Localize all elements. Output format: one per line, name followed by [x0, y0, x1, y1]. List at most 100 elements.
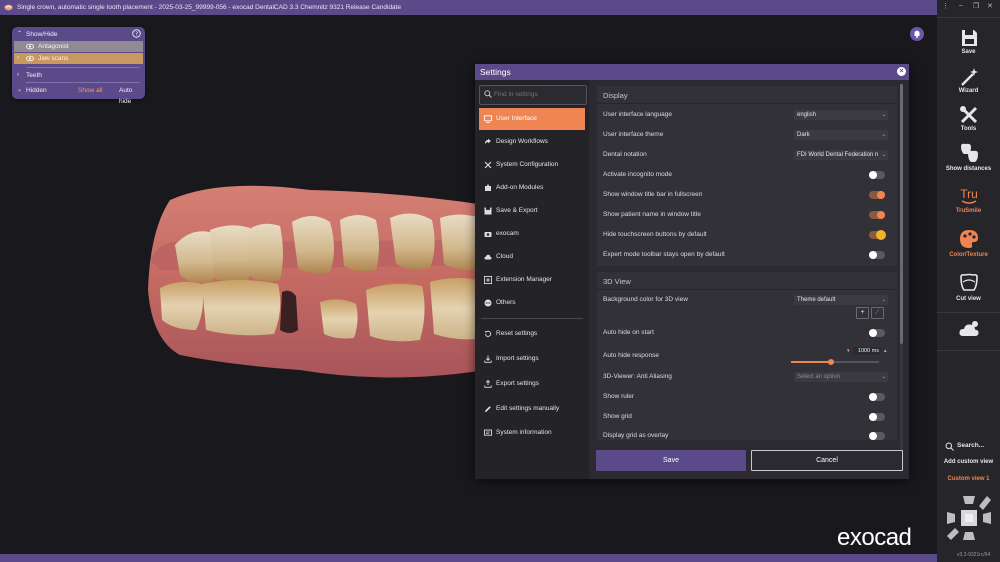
tool-tools[interactable]: Tools [937, 104, 1000, 134]
setting-titlebar-fullscreen: Show window title bar in fullscreen [597, 188, 897, 202]
restore-icon[interactable]: ❐ [973, 2, 979, 10]
view-cube-icon[interactable] [943, 492, 995, 544]
settings-title: Settings [480, 67, 511, 77]
show-all-link[interactable]: Show all [78, 85, 103, 96]
scrollbar-thumb[interactable] [900, 84, 903, 344]
search-input[interactable] [494, 88, 582, 100]
setting-dental-notation: Dental notation FDI World Dental Federat… [603, 150, 888, 160]
section-title: Display [603, 91, 628, 100]
nav-exocam[interactable]: exocam [479, 223, 585, 245]
nav-extension-manager[interactable]: Extension Manager [479, 269, 585, 291]
custom-view-1-button[interactable]: Custom view 1 [937, 476, 1000, 482]
notification-button[interactable] [910, 27, 924, 41]
settings-content[interactable]: Display User interface language english ⌄… [589, 80, 909, 479]
info-icon [484, 429, 492, 436]
help-icon[interactable]: ? [132, 29, 141, 38]
settings-search[interactable] [479, 85, 587, 105]
anti-aliasing-select[interactable]: Select an option ⌄ [794, 372, 888, 382]
chevron-down-icon: ⌄ [881, 297, 886, 303]
background-color-select[interactable]: Theme default ⌄ [794, 295, 888, 305]
save-button[interactable]: Save [596, 450, 746, 471]
tool-cut-view[interactable]: Cut view [937, 272, 1000, 304]
settings-scrollbar[interactable] [900, 84, 903, 466]
show-hide-hidden: ⌄ Hidden Show all Auto hide [12, 85, 145, 105]
incognito-toggle[interactable] [869, 171, 885, 179]
close-icon[interactable]: × [897, 67, 906, 76]
eye-icon[interactable] [26, 43, 34, 50]
search-button[interactable]: Search... [957, 442, 984, 449]
tool-wizard[interactable]: Wizard [937, 66, 1000, 96]
nav-user-interface[interactable]: User Interface [479, 108, 585, 130]
nav-design-workflows[interactable]: Design Workflows [479, 131, 585, 153]
nav-system-configuration[interactable]: System Configuration [479, 154, 585, 176]
cancel-button[interactable]: Cancel [751, 450, 903, 471]
chevron-right-icon[interactable]: › [17, 53, 19, 64]
chevron-down-icon[interactable]: ⌄ [17, 85, 22, 96]
jaw-scan-model[interactable] [140, 170, 485, 392]
cloud-button[interactable] [937, 318, 1000, 342]
window-title: Single crown, automatic single tooth pla… [17, 4, 402, 11]
tool-color-texture[interactable]: Color/Texture [937, 228, 1000, 260]
search-icon[interactable] [945, 442, 954, 451]
minimize-icon[interactable]: – [959, 2, 963, 9]
tool-show-distances[interactable]: Show distances [937, 142, 1000, 174]
auto-hide-start-toggle[interactable] [869, 329, 885, 337]
decrement-button[interactable]: ▾ [847, 347, 850, 355]
divider [481, 318, 583, 319]
show-ruler-toggle[interactable] [869, 393, 885, 401]
display-section: Display User interface language english ⌄… [597, 86, 897, 266]
theme-select[interactable]: Dark ⌄ [794, 130, 888, 140]
chevron-right-icon: › [17, 72, 19, 78]
response-value[interactable]: 1000 ms [853, 347, 881, 355]
show-hide-panel: ⌃ Show/Hide ? Antagonist › Jaw scans › T… [12, 27, 145, 105]
export-settings-button[interactable]: Export settings [479, 373, 585, 395]
close-window-icon[interactable]: ✕ [987, 2, 993, 10]
setting-expert-toolbar: Expert mode toolbar stays open by defaul… [597, 248, 897, 262]
wand-icon [961, 68, 978, 86]
slider-handle[interactable] [827, 359, 834, 365]
show-hide-item-antagonist[interactable]: Antagonist [14, 41, 143, 52]
export-icon [484, 380, 492, 388]
show-grid-toggle[interactable] [869, 413, 885, 421]
menu-icon[interactable]: ⋮ [942, 2, 949, 10]
setting-hide-touch-buttons: Hide touchscreen buttons by default [597, 228, 897, 242]
eye-icon[interactable] [26, 55, 34, 62]
3d-view-section: 3D View Background color for 3D view The… [597, 272, 897, 440]
chevron-down-icon: ⌄ [881, 132, 886, 138]
titlebar-fullscreen-toggle[interactable] [869, 191, 885, 199]
increment-button[interactable]: ▴ [884, 347, 887, 355]
language-select[interactable]: english ⌄ [794, 110, 888, 120]
notation-select[interactable]: FDI World Dental Federation n ⌄ [794, 150, 888, 160]
add-custom-view-button[interactable]: Add custom view [937, 459, 1000, 465]
settings-dialog: Settings × User Interface Design Workflo… [475, 64, 909, 479]
hide-touch-buttons-toggle[interactable] [869, 231, 885, 239]
setting-grid-overlay: Display grid as overlay [597, 429, 897, 440]
auto-hide-button[interactable]: Auto hide [119, 85, 145, 107]
nav-others[interactable]: Others [479, 292, 585, 314]
tool-trusmile[interactable]: Tru TruSmile [937, 184, 1000, 216]
nav-add-on-modules[interactable]: Add-on Modules [479, 177, 585, 199]
tool-save[interactable]: Save [937, 27, 1000, 57]
divider [937, 17, 1000, 18]
import-settings-button[interactable]: Import settings [479, 348, 585, 370]
background-color-actions: + ⁄ [597, 307, 897, 319]
response-slider[interactable] [791, 359, 879, 365]
slider-fill [791, 361, 831, 363]
edit-settings-manually-button[interactable]: Edit settings manually [479, 398, 585, 420]
cloud-wifi-icon [959, 321, 979, 336]
show-hide-header[interactable]: ⌃ Show/Hide [12, 29, 145, 40]
eyedropper-icon[interactable]: ⁄ [871, 307, 884, 319]
grid-overlay-toggle[interactable] [869, 432, 885, 440]
nav-save-export[interactable]: Save & Export [479, 200, 585, 222]
show-hide-item-jaw-scans[interactable]: › Jaw scans [14, 53, 143, 64]
nav-cloud[interactable]: Cloud [479, 246, 585, 268]
reset-settings-button[interactable]: Reset settings [479, 323, 585, 345]
expert-toolbar-toggle[interactable] [869, 251, 885, 259]
system-information-button[interactable]: System information [479, 422, 585, 444]
right-toolbar: ⋮ – ❐ ✕ Save Wizard Tools Show distances… [937, 0, 1000, 562]
add-color-button[interactable]: + [856, 307, 869, 319]
show-hide-teeth[interactable]: › Teeth [12, 70, 145, 81]
divider [597, 103, 897, 104]
chevron-down-icon: ⌄ [881, 152, 886, 158]
patient-name-toggle[interactable] [869, 211, 885, 219]
